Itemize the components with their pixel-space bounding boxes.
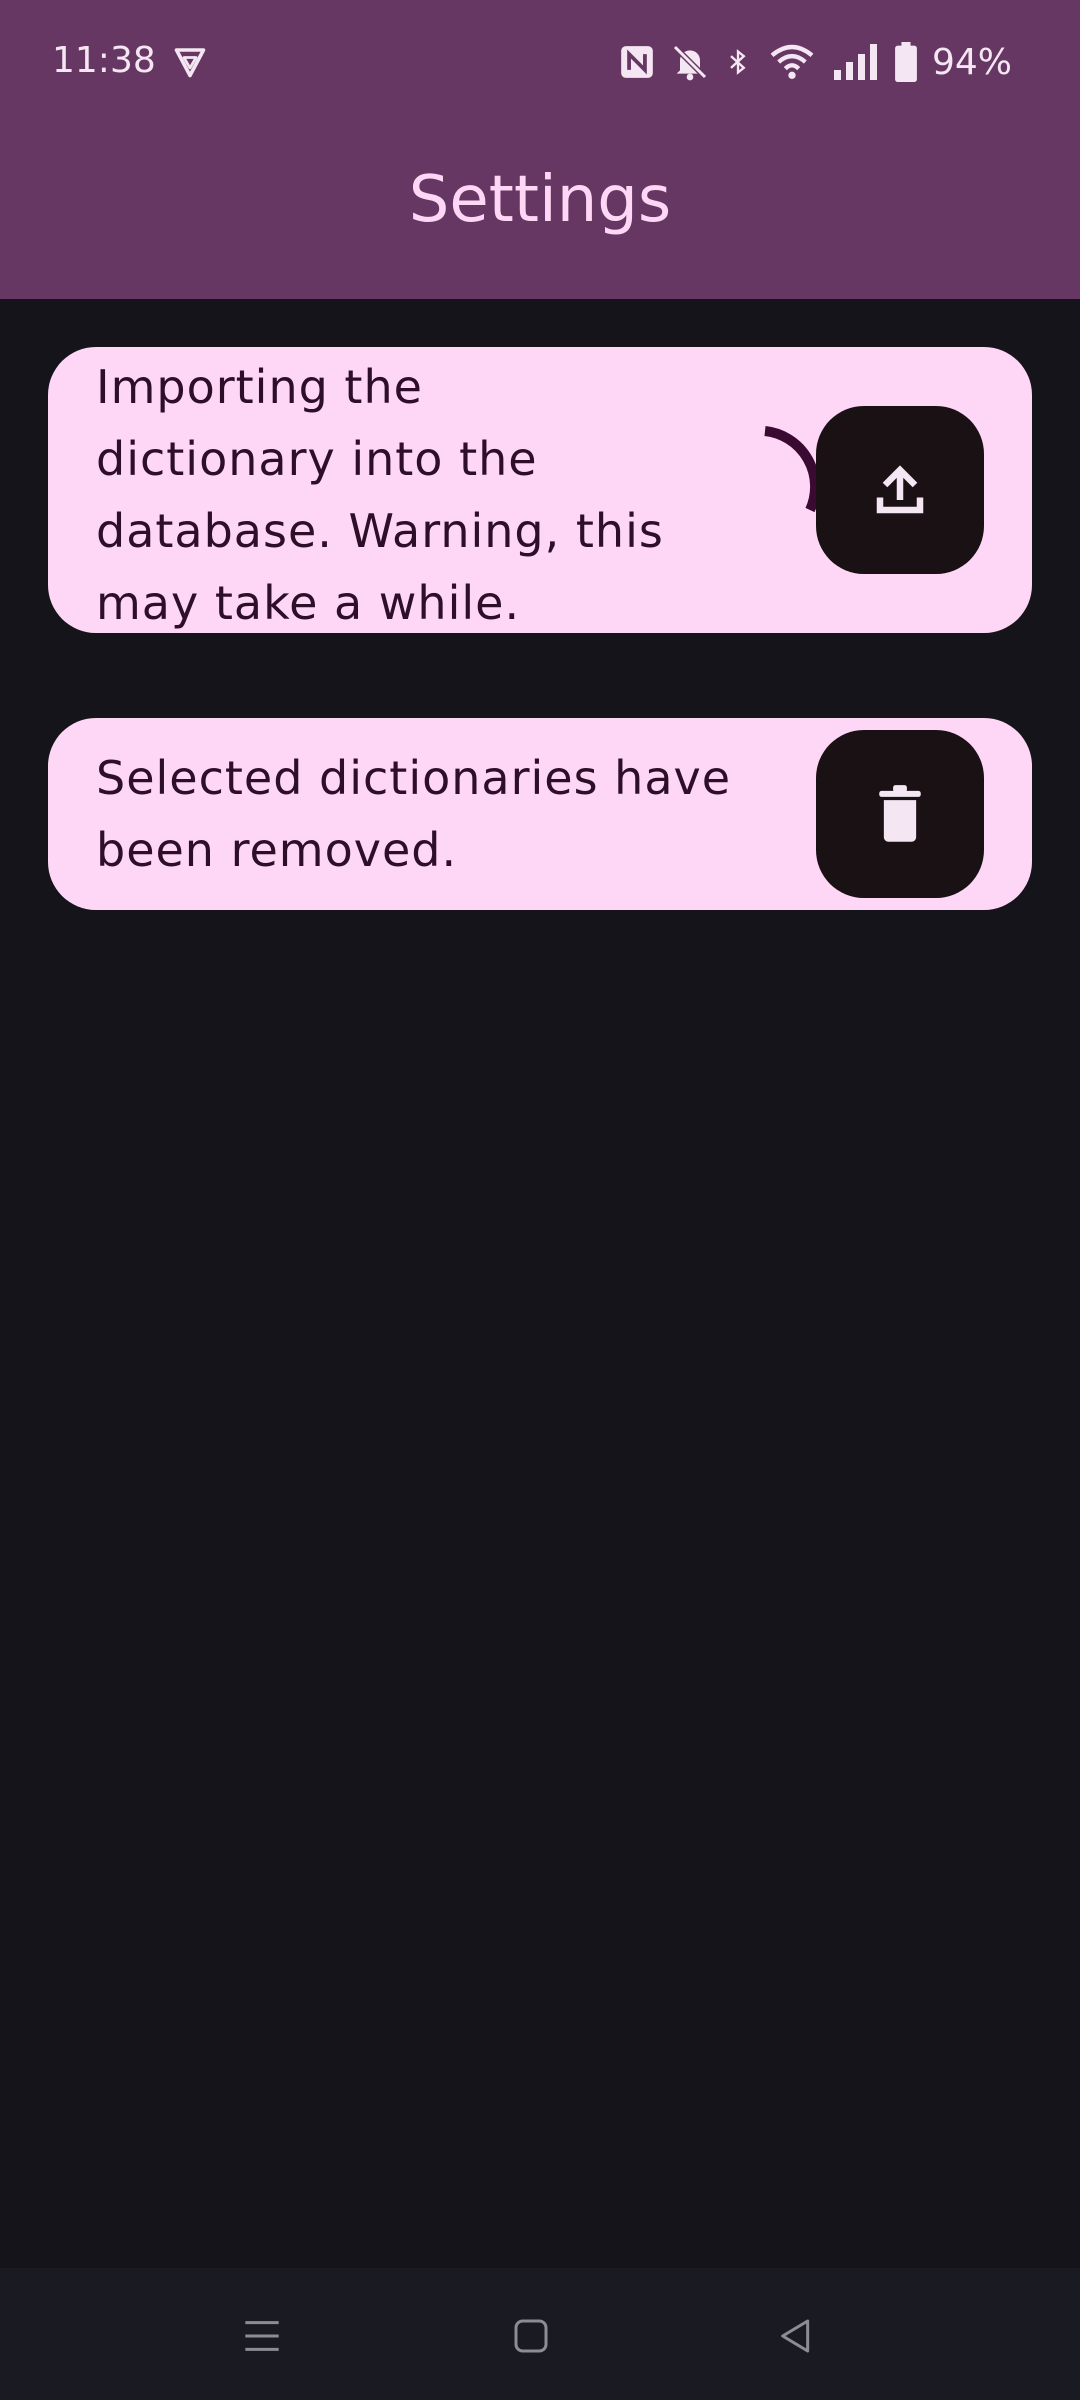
battery-icon	[895, 42, 917, 82]
status-time: 11:38	[52, 40, 156, 81]
status-icons: 94%	[618, 38, 1012, 86]
remove-status-card: Selected dictionaries have been removed.	[48, 718, 1032, 910]
trash-icon	[879, 785, 921, 842]
back-icon	[781, 2319, 810, 2353]
home-icon	[514, 2319, 548, 2353]
delete-button[interactable]	[816, 730, 984, 898]
upload-icon	[876, 465, 924, 514]
import-status-card: Importing the dictionary into the databa…	[48, 347, 1032, 633]
loading-spinner	[764, 426, 821, 513]
status-bar: 11:38 94%	[0, 0, 1080, 125]
page-title: Settings	[408, 163, 672, 237]
signal-icon	[833, 44, 877, 80]
vpn-icon	[174, 48, 206, 78]
recent-apps-button[interactable]	[232, 2306, 292, 2366]
import-button[interactable]	[816, 406, 984, 574]
app-bar: Settings	[0, 125, 1080, 299]
menu-icon	[245, 2321, 279, 2351]
bluetooth-icon	[730, 49, 746, 75]
home-button[interactable]	[501, 2306, 561, 2366]
back-button[interactable]	[766, 2306, 826, 2366]
import-status-message: Importing the dictionary into the databa…	[96, 360, 664, 630]
mute-icon	[672, 44, 708, 81]
wifi-icon	[770, 44, 814, 79]
remove-status-message: Selected dictionaries have been removed.	[96, 751, 732, 877]
nfc-icon	[621, 46, 653, 78]
navigation-bar	[0, 2268, 1080, 2400]
battery-percentage: 94%	[931, 41, 1012, 83]
